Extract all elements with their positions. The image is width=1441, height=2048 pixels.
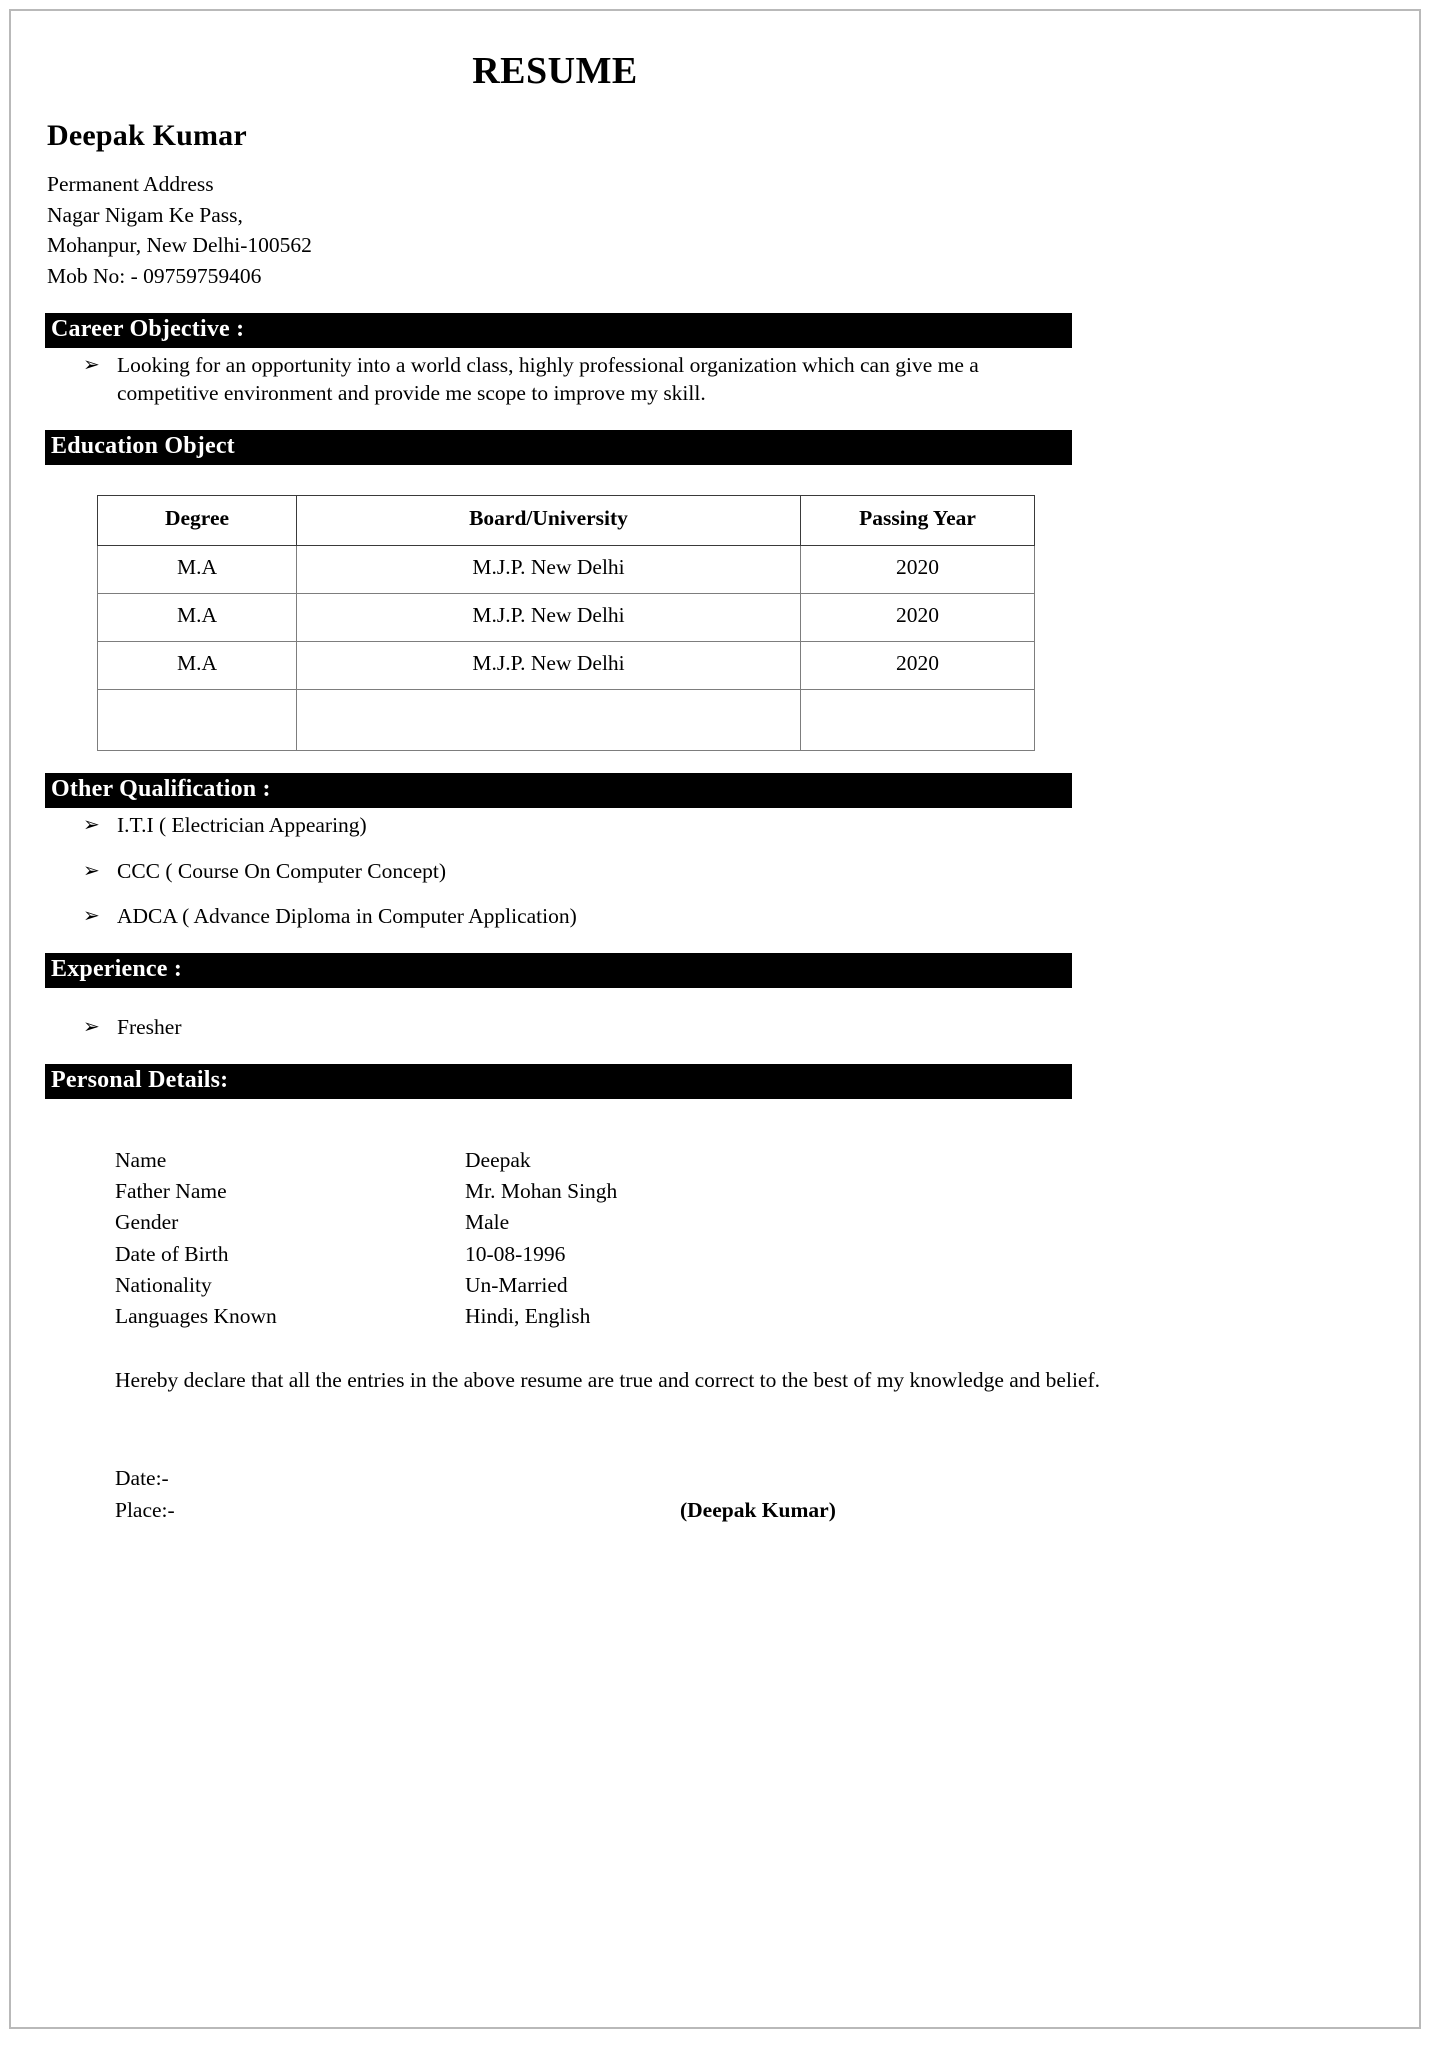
cell-degree (97, 688, 297, 751)
cell-degree: M.A (97, 592, 297, 642)
cell-board: M.J.P. New Delhi (296, 544, 801, 594)
section-header-other-qualification: Other Qualification : (45, 772, 1072, 808)
arrow-bullet-icon: ➢ (83, 353, 100, 376)
detail-value-nationality: Un-Married (465, 1272, 568, 1297)
other-qualification-item: I.T.I ( Electrician Appearing) (117, 812, 367, 837)
page-title: RESUME (472, 50, 638, 92)
list-item: ➢ Looking for an opportunity into a worl… (45, 352, 1385, 408)
address-line-1: Nagar Nigam Ke Pass, (47, 202, 243, 227)
table-row-empty (97, 688, 1035, 751)
cell-year (800, 688, 1035, 751)
section-header-career-objective: Career Objective : (45, 313, 1072, 348)
scanned-page: RESUME Deepak Kumar Permanent Address Na… (9, 9, 1421, 2029)
arrow-bullet-icon: ➢ (83, 905, 100, 928)
page-content: RESUME Deepak Kumar Permanent Address Na… (45, 31, 1385, 1526)
table-header-row: Degree Board/University Passing Year (97, 494, 1035, 546)
date-label: Date:- (115, 1466, 169, 1491)
personal-detail-row: Nationality Un-Married (115, 1270, 1385, 1301)
signature-name: (Deepak Kumar) (680, 1498, 836, 1523)
detail-label-languages: Languages Known (115, 1303, 277, 1328)
section-header-personal-details: Personal Details: (45, 1064, 1072, 1100)
list-item: ➢ ADCA ( Advance Diploma in Computer App… (45, 903, 1385, 931)
personal-detail-row: Date of Birth 10-08-1996 (115, 1239, 1385, 1270)
closing-block: Date:- Place:- (Deepak Kumar) (115, 1463, 1385, 1525)
table-row: M.A M.J.P. New Delhi 2020 (97, 544, 1035, 594)
cell-degree: M.A (97, 640, 297, 690)
education-table-wrapper: Degree Board/University Passing Year M.A… (97, 494, 1385, 751)
experience-list: ➢ Fresher (45, 1014, 1385, 1042)
cell-year: 2020 (800, 640, 1035, 690)
experience-item: Fresher (117, 1015, 182, 1040)
other-qualification-item: ADCA ( Advance Diploma in Computer Appli… (117, 904, 577, 929)
detail-label-nationality: Nationality (115, 1272, 212, 1297)
personal-detail-row: Father Name Mr. Mohan Singh (115, 1176, 1385, 1207)
other-qualification-list: ➢ I.T.I ( Electrician Appearing) ➢ CCC (… (45, 812, 1385, 932)
list-item: ➢ I.T.I ( Electrician Appearing) (45, 812, 1385, 840)
career-objective-list: ➢ Looking for an opportunity into a worl… (45, 352, 1385, 408)
arrow-bullet-icon: ➢ (83, 859, 100, 882)
detail-label-gender: Gender (115, 1210, 179, 1235)
detail-value-father-name: Mr. Mohan Singh (465, 1179, 618, 1204)
detail-value-languages: Hindi, English (465, 1303, 591, 1328)
contact-block: Permanent Address Nagar Nigam Ke Pass, M… (47, 169, 1385, 291)
declaration-text: Hereby declare that all the entries in t… (115, 1368, 1101, 1393)
section-header-education: Education Object (45, 429, 1072, 465)
arrow-bullet-icon: ➢ (83, 813, 100, 836)
cell-year: 2020 (800, 592, 1035, 642)
section-header-experience: Experience : (45, 953, 1072, 989)
arrow-bullet-icon: ➢ (83, 1016, 100, 1039)
candidate-name: Deepak Kumar (47, 119, 247, 152)
cell-board: M.J.P. New Delhi (296, 640, 801, 690)
address-line-2: Mohanpur, New Delhi-100562 (47, 233, 312, 258)
detail-value-gender: Male (465, 1210, 510, 1235)
mobile-number: Mob No: - 09759759406 (47, 263, 262, 288)
address-label: Permanent Address (47, 172, 214, 196)
education-table: Degree Board/University Passing Year M.A… (97, 494, 1035, 751)
other-qualification-item: CCC ( Course On Computer Concept) (117, 858, 447, 883)
personal-detail-row: Name Deepak (115, 1145, 1385, 1176)
personal-details-block: Name Deepak Father Name Mr. Mohan Singh … (115, 1145, 1385, 1332)
cell-board: M.J.P. New Delhi (296, 592, 801, 642)
detail-label-father-name: Father Name (115, 1179, 227, 1204)
list-item: ➢ CCC ( Course On Computer Concept) (45, 858, 1385, 886)
list-item: ➢ Fresher (45, 1014, 1385, 1042)
column-header-degree: Degree (97, 494, 297, 546)
personal-detail-row: Gender Male (115, 1207, 1385, 1238)
detail-label-dob: Date of Birth (115, 1241, 229, 1266)
table-row: M.A M.J.P. New Delhi 2020 (97, 640, 1035, 690)
cell-year: 2020 (800, 544, 1035, 594)
table-row: M.A M.J.P. New Delhi 2020 (97, 592, 1035, 642)
career-objective-text: Looking for an opportunity into a world … (117, 352, 979, 405)
personal-detail-row: Languages Known Hindi, English (115, 1301, 1385, 1332)
column-header-passing-year: Passing Year (800, 494, 1035, 546)
column-header-board: Board/University (296, 494, 801, 546)
detail-label-name: Name (115, 1148, 167, 1173)
detail-value-dob: 10-08-1996 (465, 1241, 566, 1266)
detail-value-name: Deepak (465, 1148, 531, 1173)
cell-degree: M.A (97, 544, 297, 594)
cell-board (296, 688, 801, 751)
